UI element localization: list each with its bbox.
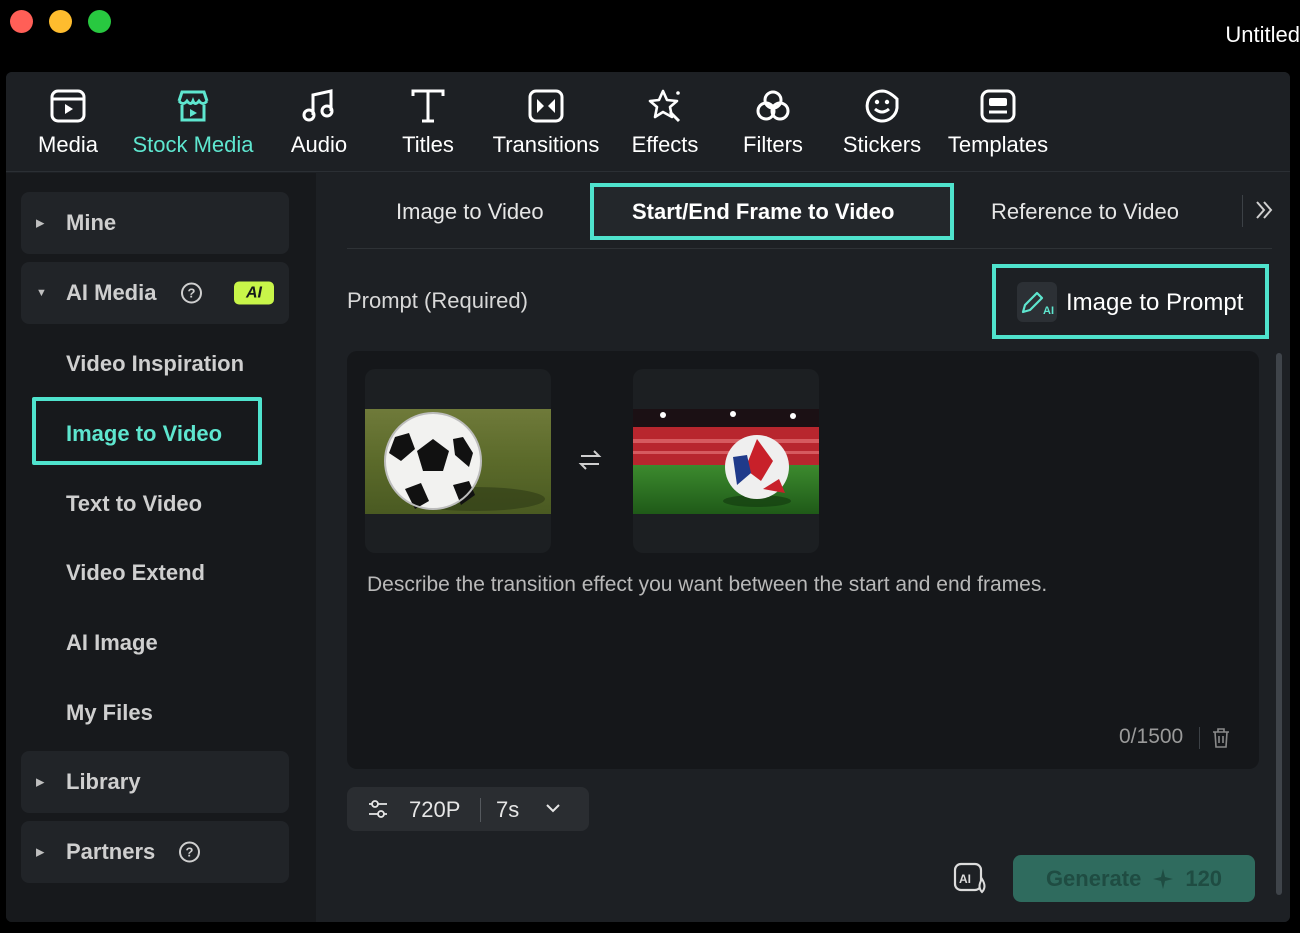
sidebar-group-partners-label: Partners <box>66 839 156 864</box>
prompt-label: Prompt (Required) <box>347 288 528 313</box>
duration-value: 7s <box>496 797 520 822</box>
toolbar-titles[interactable]: Titles <box>398 86 458 162</box>
ai-watermark-icon[interactable]: AI <box>953 861 991 897</box>
close-window-button[interactable] <box>10 10 33 33</box>
toolbar-stock-media[interactable]: Stock Media <box>128 86 258 162</box>
caret-right-icon: ▶ <box>36 846 45 859</box>
sidebar-item-ai-image[interactable]: AI Image <box>66 630 158 656</box>
sidebar-item-image-to-video[interactable]: Image to Video <box>66 421 222 447</box>
sidebar-group-ai-media[interactable]: ▼ AI Media ? AI <box>21 262 289 324</box>
start-frame-card[interactable] <box>365 369 551 553</box>
templates-icon <box>978 86 1018 126</box>
help-icon[interactable]: ? <box>181 282 202 304</box>
generate-label: Generate <box>1045 865 1142 891</box>
sparkle-icon <box>1153 868 1174 889</box>
toolbar-transitions-label: Transitions <box>492 132 600 157</box>
toolbar-filters-label: Filters <box>743 132 803 157</box>
toolbar-stickers-label: Stickers <box>842 132 922 157</box>
toolbar-effects[interactable]: Effects <box>628 86 702 162</box>
image-to-prompt-label: Image to Prompt <box>1066 289 1244 316</box>
sidebar-group-library[interactable]: ▶ Library <box>21 751 289 813</box>
counter-divider <box>1199 727 1200 749</box>
resolution-value: 720P <box>409 797 461 822</box>
prompt-panel: Describe the transition effect you want … <box>347 351 1259 769</box>
tab-reference-to-video[interactable]: Reference to Video <box>991 199 1179 225</box>
caret-right-icon: ▶ <box>36 217 45 230</box>
svg-text:AI: AI <box>1043 305 1054 317</box>
ai-pencil-icon: AI <box>1017 282 1057 322</box>
toolbar-media[interactable]: Media <box>34 86 102 162</box>
toolbar-stock-media-label: Stock Media <box>132 132 254 157</box>
swap-frames-icon[interactable] <box>577 447 603 473</box>
toolbar-templates-label: Templates <box>947 132 1049 157</box>
toolbar-media-label: Media <box>38 132 98 157</box>
sidebar-item-video-extend[interactable]: Video Extend <box>66 560 205 586</box>
tab-divider <box>1242 195 1243 227</box>
character-counter: 0/1500 <box>1119 725 1184 748</box>
effects-star-icon <box>645 86 685 126</box>
media-icon <box>48 86 88 126</box>
prompt-input[interactable]: Describe the transition effect you want … <box>367 573 1047 597</box>
chevron-down-icon <box>546 804 560 813</box>
transitions-icon <box>526 86 566 126</box>
maximize-window-button[interactable] <box>88 10 111 33</box>
text-t-icon <box>408 86 448 126</box>
toolbar-stickers[interactable]: Stickers <box>840 86 924 162</box>
generation-settings-dropdown[interactable]: 720P 7s <box>347 787 589 831</box>
toolbar-templates[interactable]: Templates <box>944 86 1052 162</box>
sidebar: ▶ Mine ▼ AI Media ? AI Video Inspiration… <box>6 173 316 922</box>
window-title: Untitled <box>1225 22 1300 47</box>
sidebar-group-mine[interactable]: ▶ Mine <box>21 192 289 254</box>
toolbar-audio-label: Audio <box>290 132 348 157</box>
help-icon[interactable]: ? <box>179 841 200 863</box>
start-frame-image <box>365 409 551 514</box>
stock-media-icon <box>173 86 213 126</box>
filters-icon <box>753 86 793 126</box>
tabs-divider-line <box>347 248 1272 249</box>
tab-image-to-video[interactable]: Image to Video <box>396 199 544 225</box>
toolbar-filters[interactable]: Filters <box>738 86 808 162</box>
settings-divider <box>480 798 481 822</box>
toolbar-effects-label: Effects <box>631 132 699 157</box>
toolbar-audio[interactable]: Audio <box>288 86 350 162</box>
end-frame-image <box>633 409 819 514</box>
image-to-prompt-button[interactable]: AI Image to Prompt <box>992 264 1269 339</box>
tab-start-end-frame-to-video[interactable]: Start/End Frame to Video <box>632 199 894 225</box>
vertical-scrollbar[interactable] <box>1276 353 1282 895</box>
sidebar-group-mine-label: Mine <box>66 210 117 235</box>
trash-icon[interactable] <box>1211 727 1231 749</box>
generate-button[interactable]: Generate 120 <box>1013 855 1255 902</box>
double-chevron-right-icon[interactable] <box>1254 199 1274 227</box>
sidebar-item-video-inspiration[interactable]: Video Inspiration <box>66 351 244 377</box>
svg-text:AI: AI <box>959 872 971 886</box>
app-window: Media Stock Media Audio Titles Transitio… <box>6 72 1290 922</box>
sticker-face-icon <box>862 86 902 126</box>
sidebar-item-text-to-video[interactable]: Text to Video <box>66 491 202 517</box>
title-bar: Untitled <box>0 0 1300 70</box>
minimize-window-button[interactable] <box>49 10 72 33</box>
sidebar-group-library-label: Library <box>66 769 141 794</box>
ai-badge: AI <box>234 281 274 305</box>
music-note-icon <box>299 86 339 126</box>
toolbar-titles-label: Titles <box>402 132 454 157</box>
main-panel: Image to Video Start/End Frame to Video … <box>316 173 1290 922</box>
caret-down-icon: ▼ <box>36 287 47 299</box>
sidebar-item-my-files[interactable]: My Files <box>66 700 153 726</box>
sidebar-group-partners[interactable]: ▶ Partners ? <box>21 821 289 883</box>
sliders-icon <box>369 800 387 818</box>
main-toolbar: Media Stock Media Audio Titles Transitio… <box>6 72 1290 172</box>
sidebar-group-ai-media-label: AI Media <box>66 280 157 305</box>
toolbar-transitions[interactable]: Transitions <box>488 86 604 162</box>
caret-right-icon: ▶ <box>36 776 45 789</box>
generate-credit-cost: 120 <box>1185 865 1223 891</box>
end-frame-card[interactable] <box>633 369 819 553</box>
